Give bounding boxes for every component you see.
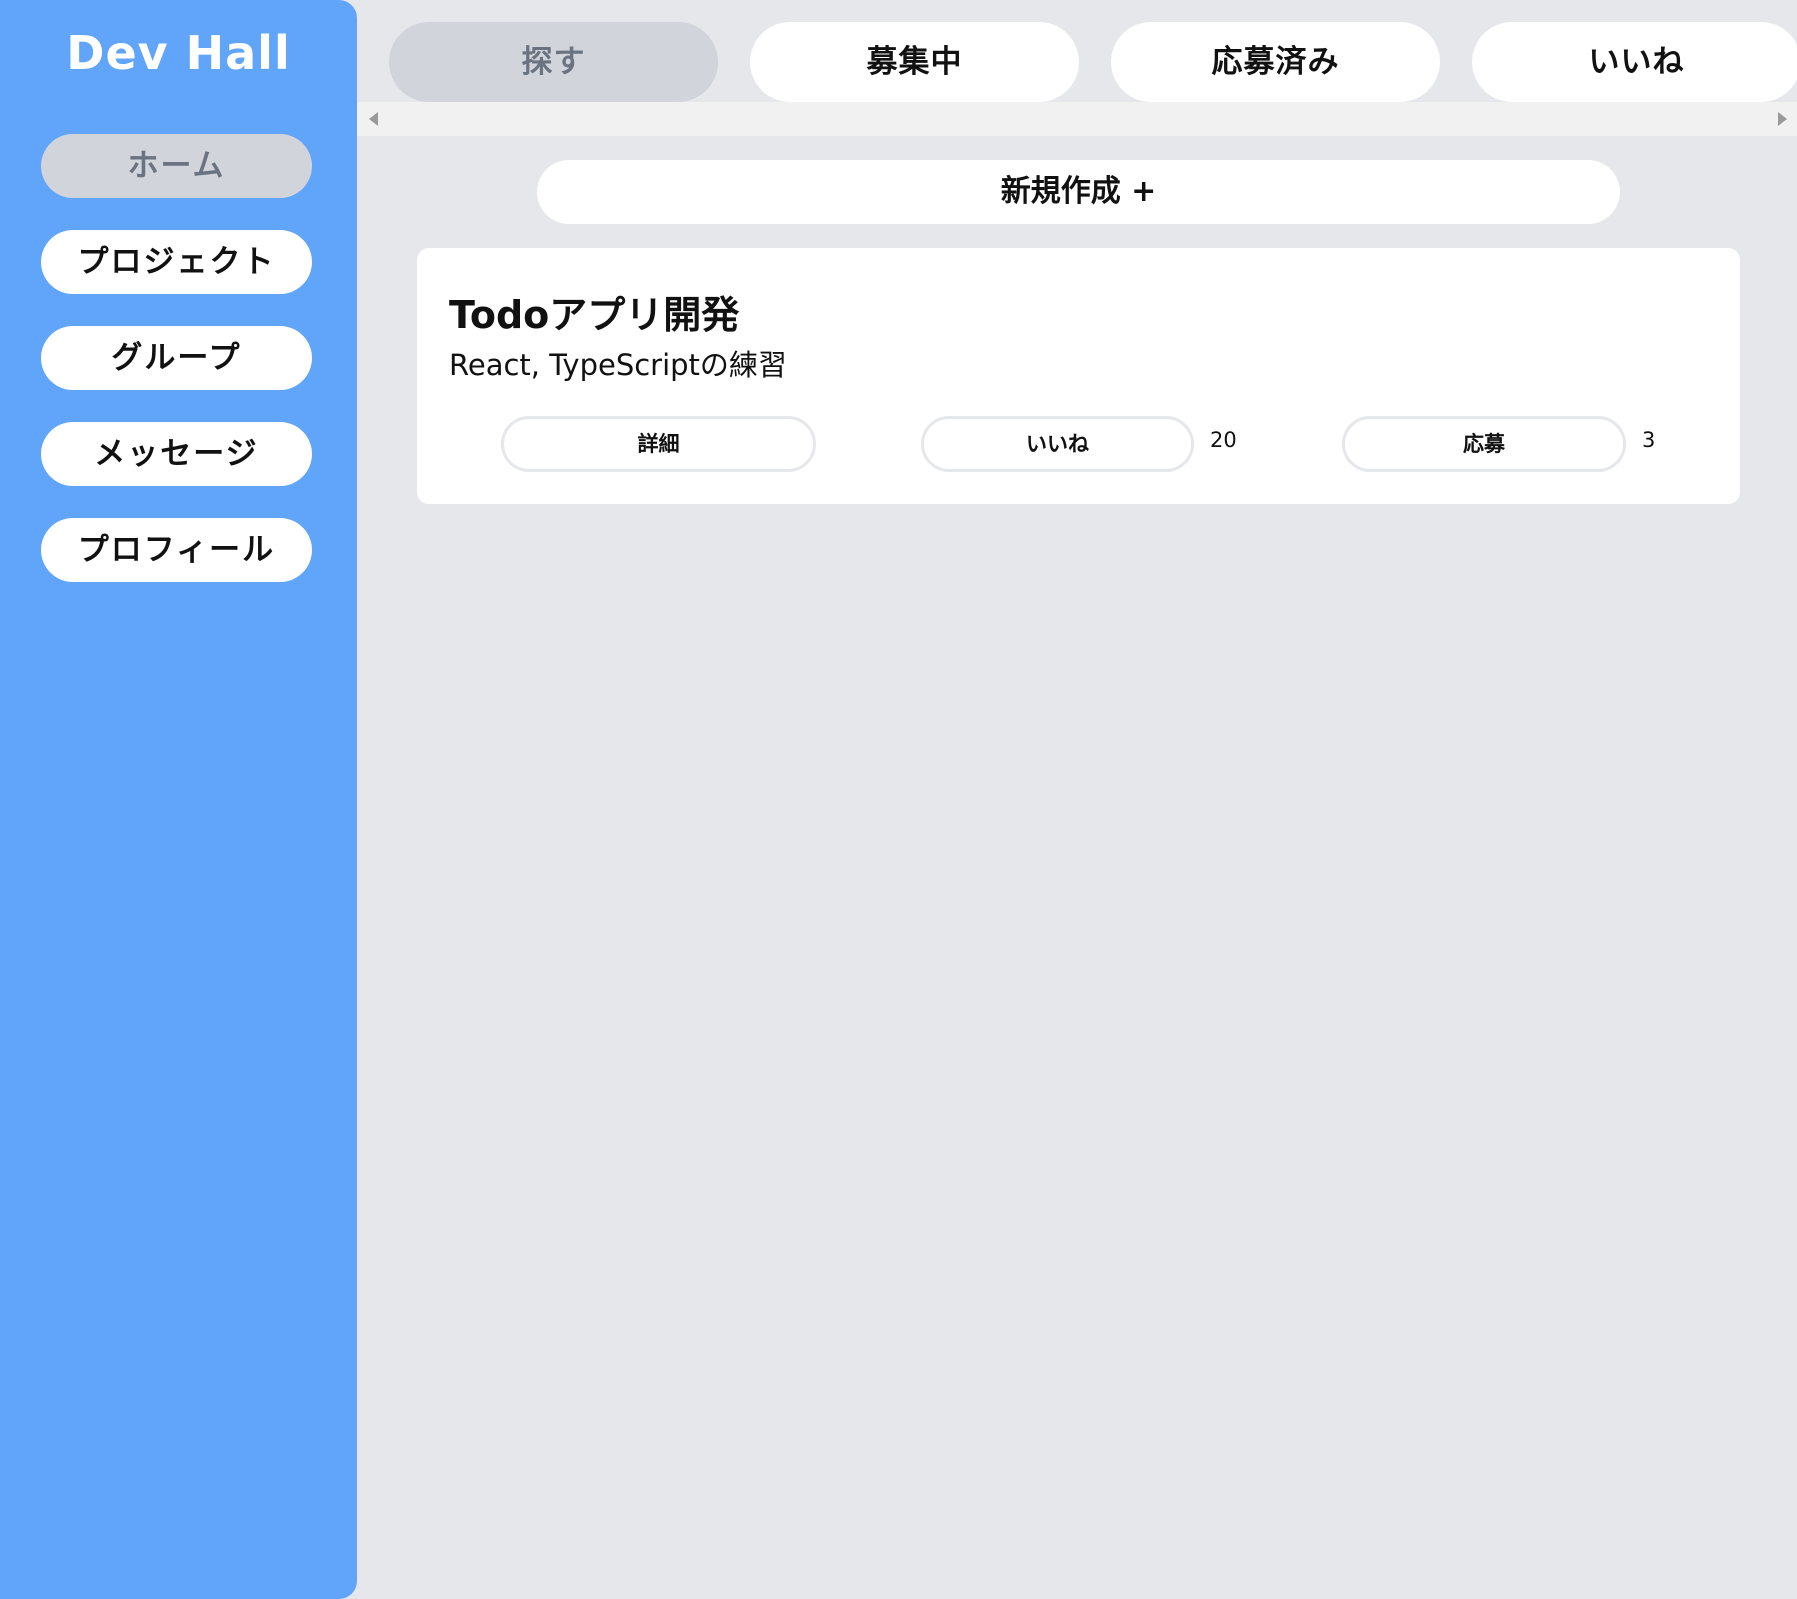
apply-button[interactable]: 応募 (1342, 416, 1626, 472)
tab-recruiting[interactable]: 募集中 (750, 22, 1079, 102)
project-description: React, TypeScriptの練習 (449, 348, 787, 382)
scroll-right-arrow-icon[interactable] (1778, 112, 1787, 126)
project-title: Todoアプリ開発 (449, 293, 740, 337)
apply-count: 3 (1642, 428, 1656, 452)
tab-bar-scrollbar[interactable] (357, 102, 1797, 136)
like-button[interactable]: いいね (921, 416, 1194, 472)
new-project-button[interactable]: 新規作成 + (537, 160, 1620, 224)
tab-applied[interactable]: 応募済み (1111, 22, 1440, 102)
app-logo: Dev Hall (66, 26, 291, 80)
scroll-left-arrow-icon[interactable] (369, 112, 378, 126)
detail-button[interactable]: 詳細 (501, 416, 816, 472)
sidebar-item-groups[interactable]: グループ (41, 326, 312, 390)
sidebar: Dev Hall ホーム プロジェクト グループ メッセージ プロフィール (0, 0, 357, 1599)
tab-search[interactable]: 探す (389, 22, 718, 102)
tab-liked[interactable]: いいね (1472, 22, 1797, 102)
sidebar-item-projects[interactable]: プロジェクト (41, 230, 312, 294)
sidebar-item-profile[interactable]: プロフィール (41, 518, 312, 582)
sidebar-item-messages[interactable]: メッセージ (41, 422, 312, 486)
like-count: 20 (1210, 428, 1237, 452)
project-card: Todoアプリ開発 React, TypeScriptの練習 詳細 いいね 20… (417, 248, 1740, 504)
sidebar-item-home[interactable]: ホーム (41, 134, 312, 198)
